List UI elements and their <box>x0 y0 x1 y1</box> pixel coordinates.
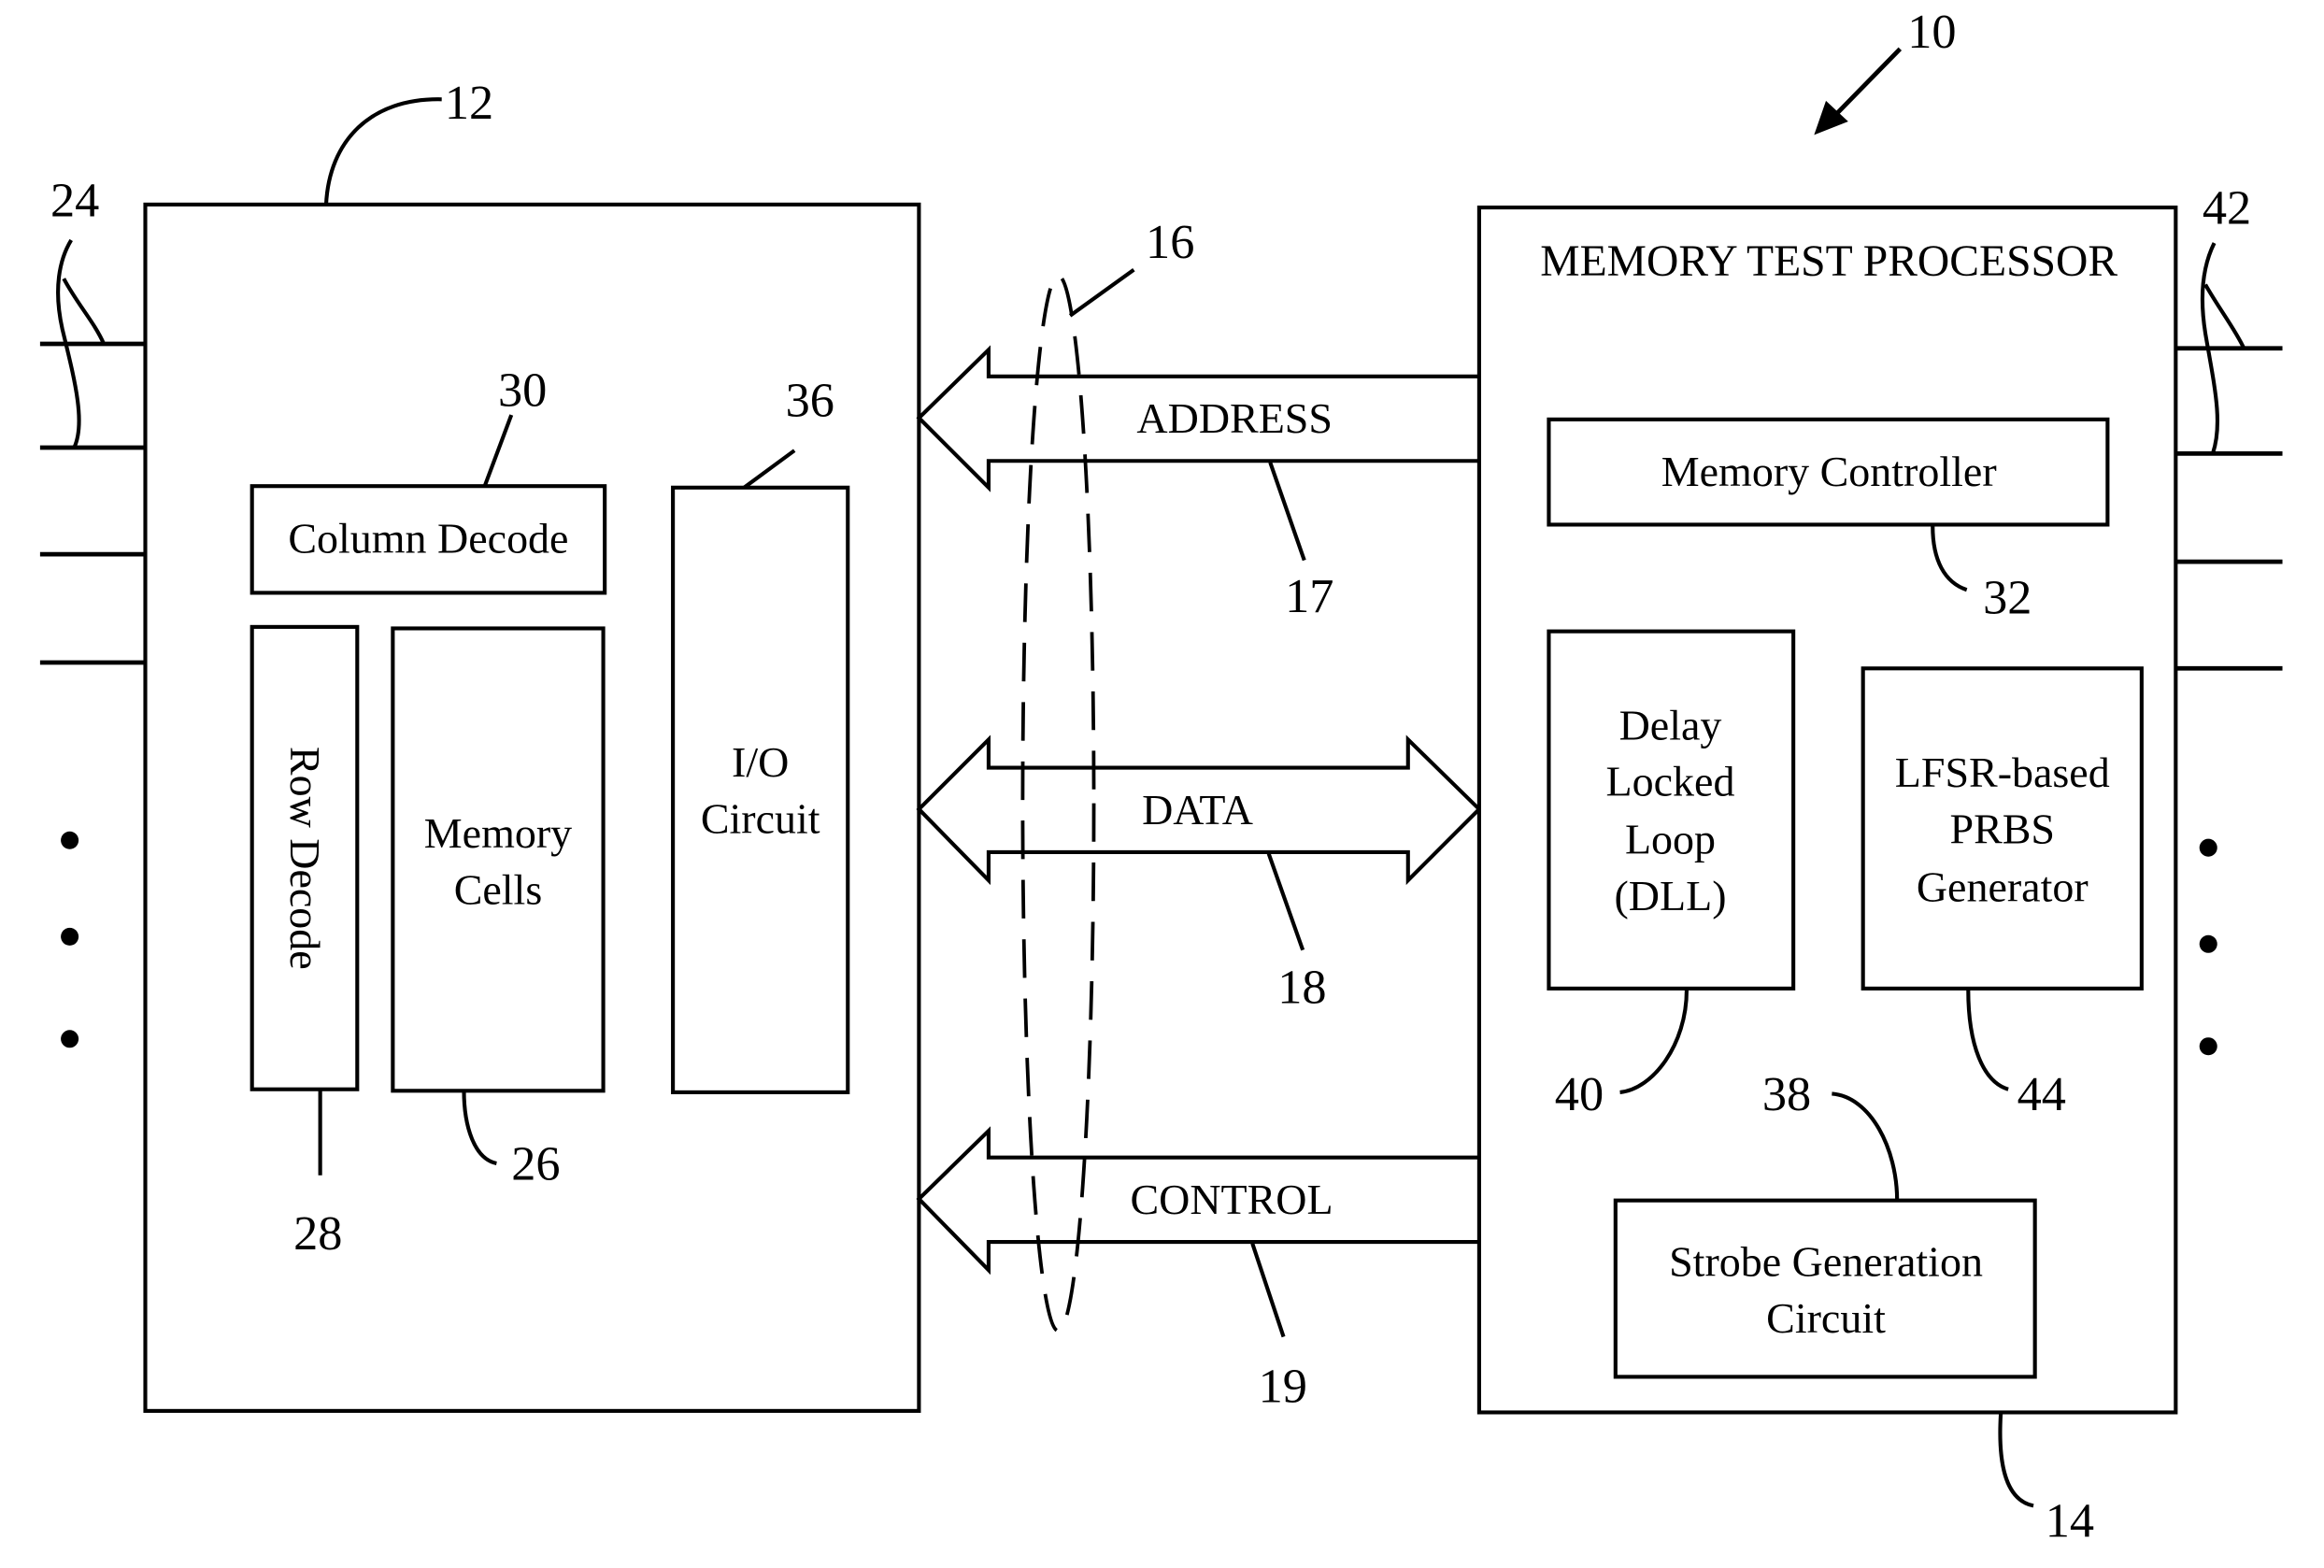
ref-40: 40 <box>1555 1067 1604 1121</box>
processor-title: MEMORY TEST PROCESSOR <box>1540 237 2117 286</box>
ref-18-leader <box>1266 852 1305 951</box>
memory-controller-label: Memory Controller <box>1661 448 1997 495</box>
ref-19-leader <box>1250 1243 1286 1338</box>
ref-19: 19 <box>1259 1359 1307 1413</box>
lfsr-label-line2: PRBS <box>1950 805 2056 852</box>
io-circuit-label-line1: I/O <box>732 738 789 786</box>
ellipsis-dot <box>2199 934 2217 953</box>
dll-label-line2: Locked <box>1606 758 1735 805</box>
ellipsis-dot <box>61 831 79 849</box>
dll-label-line3: Loop <box>1625 816 1716 863</box>
strobe-label-line1: Strobe Generation <box>1669 1238 1983 1286</box>
address-bus-label: ADDRESS <box>1136 394 1333 442</box>
ref-28: 28 <box>293 1206 342 1261</box>
ref-24: 24 <box>50 174 99 228</box>
ellipsis-dot <box>2199 838 2217 857</box>
strobe-generation-block <box>1613 1198 2037 1379</box>
ref-24-brace-branch <box>62 278 106 345</box>
memory-test-system-diagram: 10 12 24 Column Decode 30 Row Decode 28 … <box>39 5 2283 1548</box>
control-bus-label: CONTROL <box>1130 1176 1333 1223</box>
ref-12: 12 <box>445 76 493 130</box>
system-ref-arrow <box>1814 47 1903 135</box>
memory-cells-label-line2: Cells <box>454 865 543 913</box>
dll-label-line1: Delay <box>1619 701 1722 748</box>
ref-17-leader <box>1268 462 1306 562</box>
dll-block <box>1547 629 1796 991</box>
ellipsis-dot <box>61 927 79 946</box>
lfsr-label-line3: Generator <box>1917 862 2089 910</box>
ref-14: 14 <box>2046 1494 2094 1548</box>
ref-10: 10 <box>1907 5 1956 59</box>
ref-14-leader <box>1998 1412 2034 1508</box>
dll-label-line4: (DLL) <box>1614 872 1726 919</box>
ref-16-leader <box>1068 267 1135 318</box>
ref-16: 16 <box>1146 215 1194 269</box>
processor-leads <box>2175 346 2283 1056</box>
memory-cells-block <box>391 626 606 1093</box>
ref-32: 32 <box>1983 571 2032 625</box>
ref-18: 18 <box>1277 961 1326 1015</box>
strobe-label-line2: Circuit <box>1766 1294 1886 1342</box>
ref-42: 42 <box>2203 180 2251 235</box>
ref-30: 30 <box>498 363 547 418</box>
ellipsis-dot <box>61 1030 79 1048</box>
ref-17: 17 <box>1285 569 1333 623</box>
memory-cells-label-line1: Memory <box>424 809 572 857</box>
io-circuit-block <box>671 485 850 1094</box>
ref-44: 44 <box>2017 1067 2066 1121</box>
ref-42-brace-branch <box>2203 283 2246 349</box>
ref-26: 26 <box>511 1136 560 1190</box>
io-circuit-label-line2: Circuit <box>701 794 820 842</box>
ref-36: 36 <box>786 374 834 428</box>
lfsr-label-line1: LFSR-based <box>1895 748 2110 796</box>
ref-38: 38 <box>1762 1067 1811 1121</box>
memory-device-leads <box>39 341 146 1048</box>
column-decode-label: Column Decode <box>288 515 568 563</box>
row-decode-label: Row Decode <box>281 747 329 970</box>
ref-12-leader <box>323 97 442 205</box>
data-bus-label: DATA <box>1142 786 1253 834</box>
ellipsis-dot <box>2199 1037 2217 1056</box>
